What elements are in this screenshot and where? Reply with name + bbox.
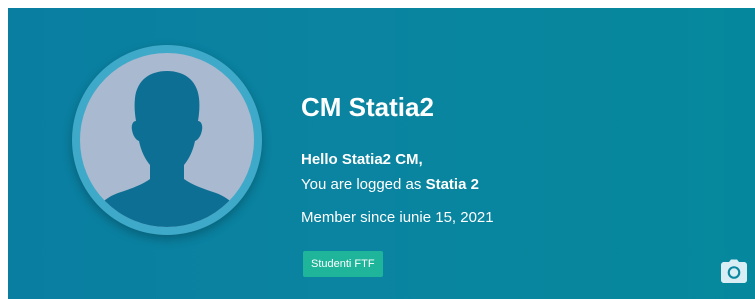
change-cover-photo-button[interactable] [721,259,747,283]
logged-as-text: You are logged as Statia 2 [301,176,479,193]
camera-icon [721,259,747,283]
avatar[interactable] [80,53,254,227]
avatar-ring [72,45,262,235]
profile-cover-banner: CM Statia2 Hello Statia2 CM, You are log… [8,8,755,299]
user-group-badge[interactable]: Studenti FTF [303,251,383,277]
logged-as-prefix: You are logged as [301,176,426,193]
greeting-text: Hello Statia2 CM, [301,151,423,168]
default-user-silhouette-icon [92,71,242,227]
member-since-text: Member since iunie 15, 2021 [301,209,494,226]
logged-as-user: Statia 2 [425,176,479,193]
profile-display-name: CM Statia2 [301,92,434,122]
